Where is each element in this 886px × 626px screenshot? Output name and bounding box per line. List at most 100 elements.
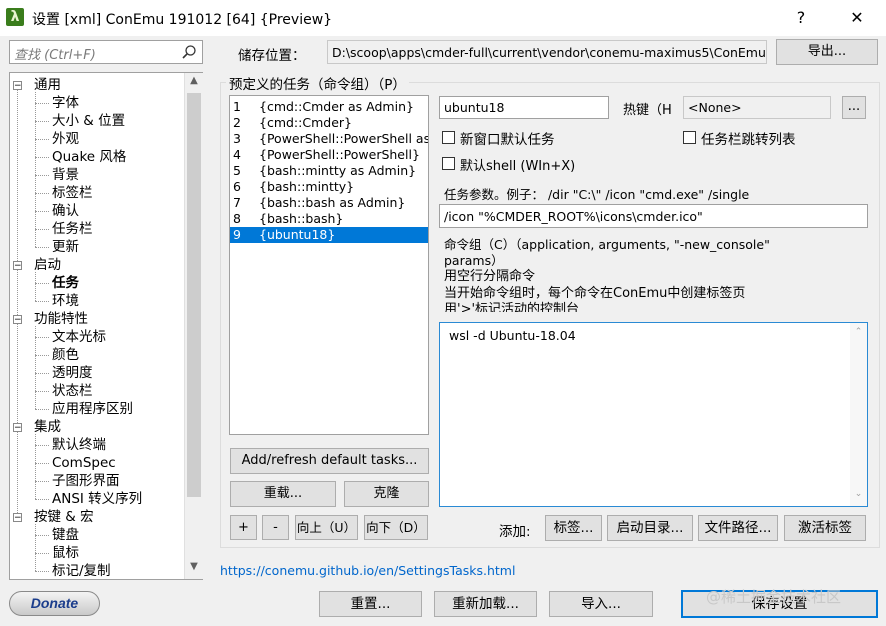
commands-scroll-down-icon[interactable]: ⌄ xyxy=(850,489,867,499)
hotkey-choose-button[interactable]: ... xyxy=(842,96,866,119)
tree-category[interactable]: 功能特性 xyxy=(34,310,88,328)
tree-item[interactable]: 文本光标 xyxy=(52,328,106,346)
search-box[interactable]: 查找 (Ctrl+F) xyxy=(9,40,203,64)
tree-item-label: 更新 xyxy=(52,239,79,255)
tree-scrollbar[interactable]: ▲ ▼ xyxy=(184,73,203,579)
storage-path-field[interactable]: D:\scoop\apps\cmder-full\current\vendor\… xyxy=(327,40,767,64)
close-button[interactable]: ✕ xyxy=(842,6,872,30)
new-window-default-checkbox[interactable] xyxy=(442,131,455,144)
add-tab-button[interactable]: 标签... xyxy=(545,515,602,541)
reset-button[interactable]: 重置... xyxy=(319,591,422,617)
tree-item[interactable]: 标签栏 xyxy=(52,184,93,202)
new-window-default-label: 新窗口默认任务 xyxy=(460,132,555,148)
task-list-item[interactable]: 4 {PowerShell::PowerShell} xyxy=(230,147,428,163)
tree-item[interactable]: 大小 & 位置 xyxy=(52,112,125,130)
tree-item[interactable]: 颜色 xyxy=(52,346,79,364)
add-activate-button[interactable]: 激活标签 xyxy=(784,515,866,541)
add-filepath-button[interactable]: 文件路径... xyxy=(698,515,778,541)
tree-item[interactable]: 标记/复制 xyxy=(52,562,111,580)
import-button[interactable]: 导入... xyxy=(549,591,653,617)
task-params-input[interactable]: /icon "%CMDER_ROOT%\icons\cmder.ico" xyxy=(439,204,868,228)
clone-button[interactable]: 克隆 xyxy=(344,481,429,507)
commands-scrollbar[interactable]: ⌃ ⌄ xyxy=(850,323,867,506)
collapse-icon[interactable]: − xyxy=(13,315,22,325)
commands-textarea[interactable]: wsl -d Ubuntu-18.04 ⌃ ⌄ xyxy=(439,322,868,507)
tree-item-label: 启动 xyxy=(34,257,61,273)
help-button[interactable]: ? xyxy=(786,6,816,30)
tree-item[interactable]: 鼠标 xyxy=(52,544,79,562)
tree-item-label: 应用程序区别 xyxy=(52,401,133,417)
tree-item[interactable]: 应用程序区别 xyxy=(52,400,133,418)
tree-item[interactable]: 字体 xyxy=(52,94,79,112)
collapse-icon[interactable]: − xyxy=(13,513,22,523)
tree-item-label: 按键 & 宏 xyxy=(34,509,94,525)
tree-item-label: 外观 xyxy=(52,131,79,147)
tree-item[interactable]: 透明度 xyxy=(52,364,93,382)
task-name: {ubuntu18} xyxy=(259,227,336,242)
tree-item[interactable]: 子图形界面 xyxy=(52,472,120,490)
tree-item-label: ComSpec xyxy=(52,455,116,471)
tree-item-label: 大小 & 位置 xyxy=(52,113,126,129)
taskbar-jumplist-label: 任务栏跳转列表 xyxy=(701,132,796,148)
task-name-input[interactable]: ubuntu18 xyxy=(439,96,609,119)
scroll-up-arrow-icon[interactable]: ▲ xyxy=(185,75,203,86)
tree-item[interactable]: 环境 xyxy=(52,292,79,310)
task-list-item[interactable]: 7 {bash::bash as Admin} xyxy=(230,195,428,211)
tree-item-label: 文本光标 xyxy=(52,329,106,345)
task-name: {bash::mintty} xyxy=(259,179,355,194)
default-shell-checkbox[interactable] xyxy=(442,157,455,170)
add-task-button[interactable]: + xyxy=(230,515,257,540)
donate-button[interactable]: Donate xyxy=(9,591,100,616)
tree-category[interactable]: 启动 xyxy=(34,256,61,274)
task-list-item[interactable]: 6 {bash::mintty} xyxy=(230,179,428,195)
help-link[interactable]: https://conemu.github.io/en/SettingsTask… xyxy=(220,563,515,578)
task-list-item[interactable]: 2 {cmd::Cmder} xyxy=(230,115,428,131)
tree-item-label: 任务栏 xyxy=(52,221,93,237)
remove-task-button[interactable]: - xyxy=(262,515,289,540)
move-up-button[interactable]: 向上（U） xyxy=(295,515,358,540)
settings-tree[interactable]: 通用 − 字体 大小 & 位置 外观 Quake 风格 背景标签栏 确认 任务栏更新启动 − 任务环… xyxy=(9,72,203,580)
collapse-icon[interactable]: − xyxy=(13,261,22,271)
tree-item[interactable]: ANSI 转义序列 xyxy=(52,490,142,508)
tree-item-label: 背景 xyxy=(52,167,79,183)
collapse-icon[interactable]: − xyxy=(13,423,22,433)
tree-item[interactable]: 背景 xyxy=(52,166,79,184)
search-icon[interactable] xyxy=(181,44,197,60)
task-list-item[interactable]: 5 {bash::mintty as Admin} xyxy=(230,163,428,179)
tree-item[interactable]: 状态栏 xyxy=(52,382,93,400)
tree-item[interactable]: 任务 xyxy=(52,274,79,292)
tree-category[interactable]: 集成 xyxy=(34,418,61,436)
scroll-down-arrow-icon[interactable]: ▼ xyxy=(185,561,203,572)
commands-scroll-up-icon[interactable]: ⌃ xyxy=(850,327,867,337)
collapse-icon[interactable]: − xyxy=(13,81,22,91)
task-list-item[interactable]: 3 {PowerShell::PowerShell as Admin} xyxy=(230,131,428,147)
tree-category[interactable]: 按键 & 宏 xyxy=(34,508,94,526)
hotkey-field[interactable]: <None> xyxy=(683,96,831,119)
taskbar-jumplist-checkbox[interactable] xyxy=(683,131,696,144)
task-list[interactable]: 1 {cmd::Cmder as Admin} 2 {cmd::Cmder} 3 {Pow… xyxy=(229,95,429,435)
default-shell-label: 默认shell (WIn+X) xyxy=(460,159,576,174)
tree-item[interactable]: 外观 xyxy=(52,130,79,148)
tree-category[interactable]: 通用 xyxy=(34,76,61,94)
tree-item-label: ANSI 转义序列 xyxy=(52,491,143,507)
task-list-item[interactable]: 9 {ubuntu18} xyxy=(230,227,428,243)
add-startdir-button[interactable]: 启动目录... xyxy=(607,515,693,541)
reload-settings-button[interactable]: 重新加载... xyxy=(434,591,537,617)
reload-button[interactable]: 重载... xyxy=(230,481,336,507)
task-list-item[interactable]: 8 {bash::bash} xyxy=(230,211,428,227)
tree-item[interactable]: 任务栏 xyxy=(52,220,93,238)
add-refresh-default-tasks-button[interactable]: Add/refresh default tasks... xyxy=(230,448,429,474)
tree-item[interactable]: 更新 xyxy=(52,238,79,256)
tree-item[interactable]: ComSpec xyxy=(52,454,116,472)
export-button[interactable]: 导出... xyxy=(776,39,878,65)
tree-item-label: 标签栏 xyxy=(52,185,93,201)
task-number: 3 xyxy=(233,131,241,146)
tree-item[interactable]: 确认 xyxy=(52,202,79,220)
tree-item[interactable]: Quake 风格 xyxy=(52,148,126,166)
move-down-button[interactable]: 向下（D） xyxy=(364,515,428,540)
task-list-item[interactable]: 1 {cmd::Cmder as Admin} xyxy=(230,99,428,115)
tree-item[interactable]: 默认终端 xyxy=(52,436,106,454)
tree-scroll-thumb[interactable] xyxy=(187,93,201,497)
tree-item[interactable]: 键盘 xyxy=(52,526,79,544)
task-params-value: /icon "%CMDER_ROOT%\icons\cmder.ico" xyxy=(444,209,703,224)
